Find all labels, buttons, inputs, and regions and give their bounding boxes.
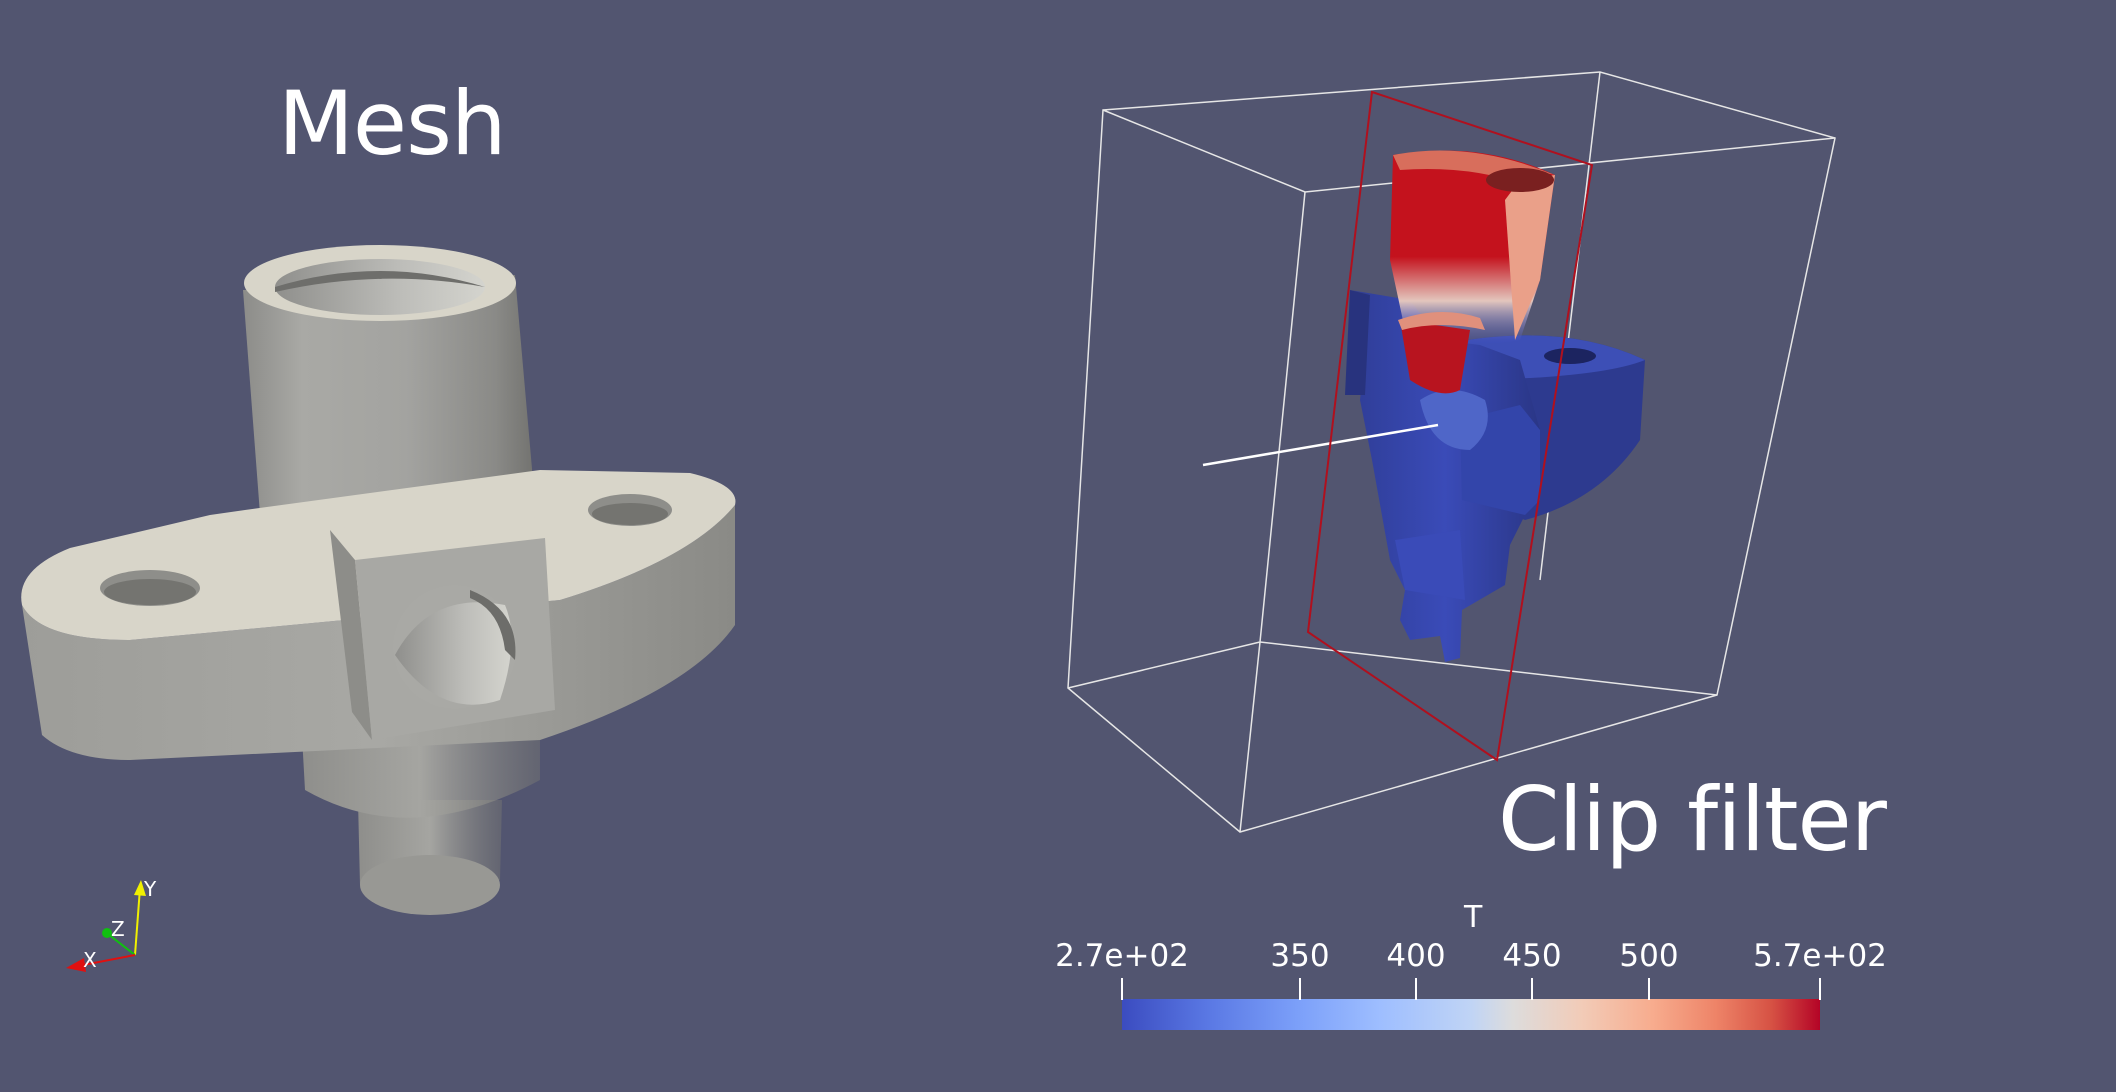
colorbar-tick-label: 400 xyxy=(1386,938,1446,974)
z-axis-label: Z xyxy=(111,917,125,941)
orientation-axes-widget xyxy=(66,880,146,972)
colorbar-tick-mark xyxy=(1299,978,1301,1000)
colorbar-gradient xyxy=(1122,999,1820,1030)
y-axis-line xyxy=(134,887,141,956)
mesh-model[interactable] xyxy=(21,245,736,915)
x-axis-label: X xyxy=(83,948,97,972)
colorbar-tick-label: 350 xyxy=(1270,938,1330,974)
clip-scene[interactable] xyxy=(1067,71,1836,833)
clip-filter-title: Clip filter xyxy=(1498,768,1887,871)
colorbar-tick-mark xyxy=(1648,978,1650,1000)
render-viewport[interactable]: Mesh Clip filter Y Z X T 2.7e+02 350 400… xyxy=(0,0,2116,1092)
colorbar-tick-mark xyxy=(1121,978,1123,1000)
colorbar-tick-mark xyxy=(1415,978,1417,1000)
colorbar-title: T xyxy=(1464,900,1482,935)
colorbar-tick-label: 2.7e+02 xyxy=(1055,938,1189,974)
colorbar-tick-mark xyxy=(1819,978,1821,1000)
y-axis-label: Y xyxy=(144,877,157,901)
colorbar-tick-mark xyxy=(1531,978,1533,1000)
colorbar-tick-label: 450 xyxy=(1502,938,1562,974)
colorbar-tick-label: 500 xyxy=(1619,938,1679,974)
mesh-title: Mesh xyxy=(278,72,507,175)
colorbar-tick-label: 5.7e+02 xyxy=(1753,938,1887,974)
